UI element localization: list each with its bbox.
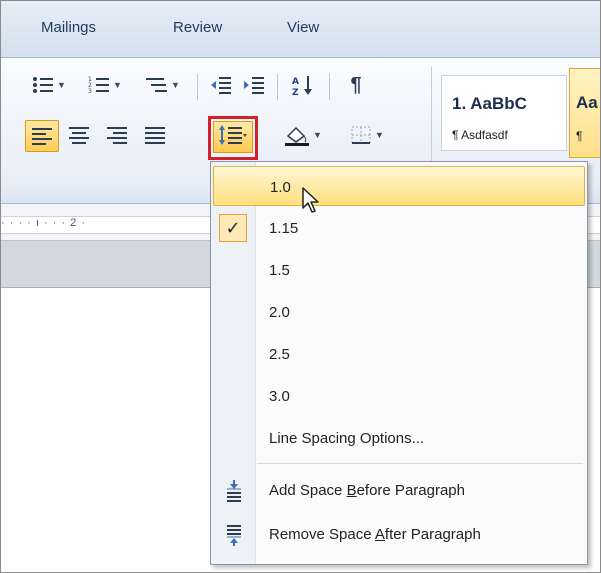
show-formatting-button[interactable]: ¶ — [339, 70, 373, 100]
tab-review[interactable]: Review — [173, 19, 222, 36]
sort-button[interactable]: AZ — [287, 70, 321, 100]
menu-item-label: Add Space Before Paragraph — [269, 482, 465, 499]
center-icon — [68, 126, 90, 144]
shading-button[interactable]: ▼ — [273, 120, 333, 150]
decrease-indent-icon — [210, 75, 232, 95]
tab-mailings[interactable]: Mailings — [41, 19, 96, 36]
line-spacing-highlight-frame — [208, 116, 258, 160]
separator — [329, 74, 330, 100]
numbering-icon: 123 — [88, 75, 110, 95]
menu-item-add-space-before[interactable]: Add Space Before Paragraph — [213, 470, 585, 510]
menu-item-label: 1.15 — [269, 220, 299, 237]
menu-separator — [257, 463, 583, 464]
menu-item-label: Line Spacing Options... — [269, 430, 425, 447]
align-right-button[interactable] — [101, 120, 133, 150]
align-left-icon — [31, 127, 53, 145]
show-formatting-icon: ¶ — [350, 73, 362, 96]
chevron-down-icon: ▼ — [57, 80, 66, 90]
svg-text:3: 3 — [88, 88, 92, 95]
menu-item-label: Remove Space After Paragraph — [269, 526, 481, 543]
borders-icon — [350, 125, 372, 145]
increase-indent-button[interactable] — [239, 70, 269, 100]
separator — [277, 74, 278, 100]
word-window: Mailings Review View ▼ 123 ▼ ▼ A Z ¶ ▼ ▼… — [0, 0, 601, 573]
bullets-icon — [32, 75, 54, 95]
multilevel-list-button[interactable]: ▼ — [137, 70, 187, 100]
menu-item-remove-space-after[interactable]: Remove Space After Paragraph — [213, 514, 585, 554]
menu-item-label: 2.5 — [269, 346, 290, 363]
chevron-down-icon: ▼ — [171, 80, 180, 90]
align-right-icon — [106, 126, 128, 144]
menu-item-2-5[interactable]: 2.5 — [213, 334, 585, 374]
shading-icon — [284, 124, 310, 146]
center-button[interactable] — [63, 120, 95, 150]
style-selected[interactable]: Aa ¶ — [569, 68, 600, 158]
ribbon-tab-strip: Mailings Review View — [1, 1, 600, 58]
remove-space-after-icon — [225, 524, 243, 550]
menu-item-2-0[interactable]: 2.0 — [213, 292, 585, 332]
menu-item-1-0[interactable]: 1.0 — [213, 166, 585, 206]
style-sample: 1. AaBbC — [452, 94, 527, 113]
tab-view[interactable]: View — [287, 19, 319, 36]
align-left-button[interactable] — [25, 120, 59, 152]
multilevel-list-icon — [144, 75, 168, 95]
line-spacing-menu: 1.0 ✓ 1.15 1.5 2.0 2.5 3.0 Line Spacing … — [210, 161, 588, 565]
style-name: ¶ — [576, 129, 583, 143]
check-icon: ✓ — [219, 214, 247, 242]
menu-item-label: 1.0 — [270, 179, 291, 196]
svg-text:A: A — [292, 77, 299, 87]
numbering-button[interactable]: 123 ▼ — [81, 70, 129, 100]
svg-text:Z: Z — [292, 88, 299, 96]
separator — [197, 74, 198, 100]
style-name: ¶ Asdfasdf — [452, 128, 508, 142]
justify-button[interactable] — [139, 120, 171, 150]
menu-item-1-15[interactable]: ✓ 1.15 — [213, 208, 585, 248]
increase-indent-icon — [243, 75, 265, 95]
sort-icon: AZ — [292, 74, 316, 96]
menu-item-label: 2.0 — [269, 304, 290, 321]
chevron-down-icon: ▼ — [375, 130, 384, 140]
borders-button[interactable]: ▼ — [341, 120, 393, 150]
add-space-before-icon — [225, 480, 243, 506]
justify-icon — [144, 126, 166, 144]
style-heading-1[interactable]: 1. AaBbC ¶ Asdfasdf — [441, 75, 567, 151]
style-sample: Aa — [576, 93, 598, 112]
bullets-button[interactable]: ▼ — [25, 70, 73, 100]
chevron-down-icon: ▼ — [113, 80, 122, 90]
menu-item-1-5[interactable]: 1.5 — [213, 250, 585, 290]
menu-item-line-spacing-options[interactable]: Line Spacing Options... — [213, 418, 585, 458]
chevron-down-icon: ▼ — [313, 130, 322, 140]
menu-item-label: 1.5 — [269, 262, 290, 279]
decrease-indent-button[interactable] — [206, 70, 236, 100]
menu-item-3-0[interactable]: 3.0 — [213, 376, 585, 416]
mouse-pointer-icon — [301, 186, 323, 219]
menu-item-label: 3.0 — [269, 388, 290, 405]
